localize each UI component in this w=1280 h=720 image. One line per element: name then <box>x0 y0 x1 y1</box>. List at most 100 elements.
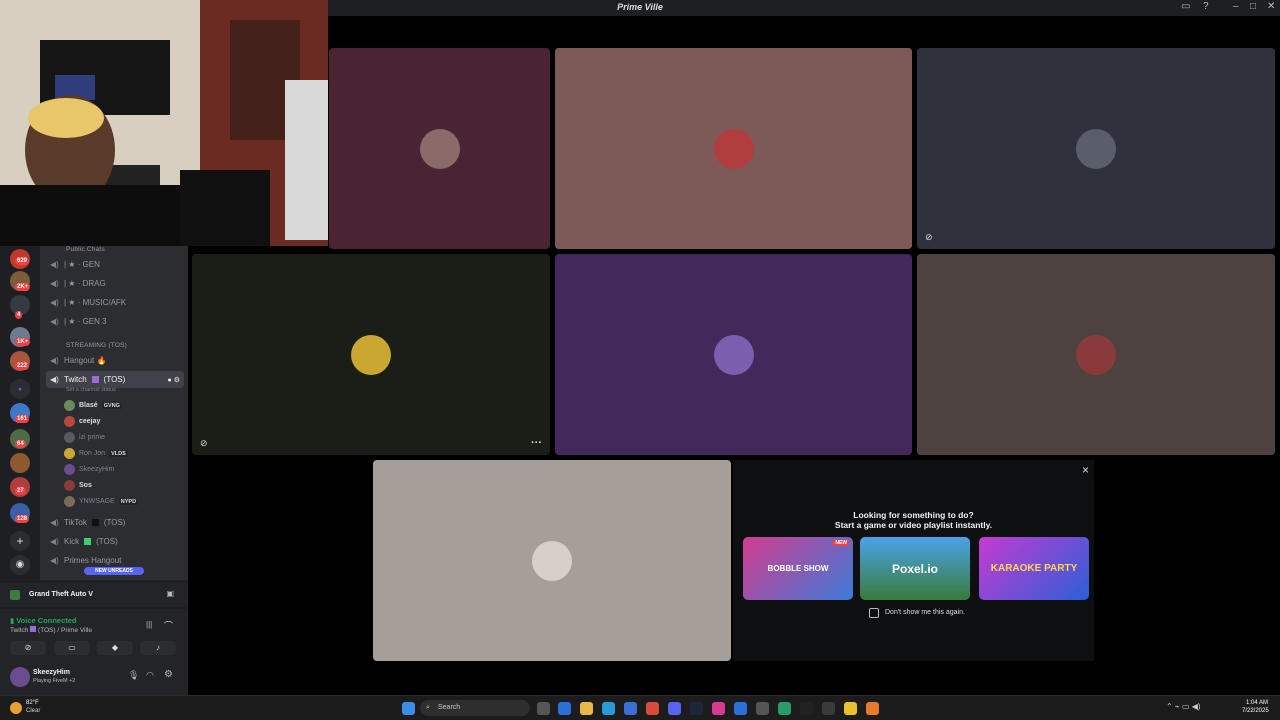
video-tile-speaking[interactable] <box>917 254 1275 455</box>
muted-icon: ⊘ <box>200 438 208 448</box>
app-icon[interactable] <box>624 702 637 715</box>
task-view-icon[interactable] <box>537 702 550 715</box>
avatar <box>64 464 75 475</box>
server-badge: 128 <box>15 515 30 523</box>
dont-show-checkbox[interactable] <box>869 608 879 618</box>
file-explorer-icon[interactable] <box>580 702 593 715</box>
voice-channel-link[interactable]: Twitch (TOS) / Prime Ville <box>10 626 92 634</box>
close-window-button[interactable]: ✕ <box>1267 1 1275 12</box>
avatar <box>64 400 75 411</box>
avatar <box>64 496 75 507</box>
more-options-icon[interactable]: ··· <box>531 437 542 449</box>
voice-channel-tiktok[interactable]: ◀) TikTok (TOS) <box>46 514 184 531</box>
voice-member[interactable]: Blasé GVNG <box>64 398 122 413</box>
voice-status[interactable]: ▮ Voice Connected <box>10 616 77 625</box>
chatgpt-icon[interactable] <box>756 702 769 715</box>
voice-channel-hangout[interactable]: ◀) Hangout 🔥 <box>46 352 184 369</box>
video-tile-speaking[interactable] <box>555 48 912 249</box>
clock-date[interactable]: 7/22/2025 <box>1242 708 1269 714</box>
search-label: Search <box>438 704 461 711</box>
speaker-icon: ◀) <box>50 556 59 565</box>
avatar[interactable] <box>10 667 30 687</box>
tiktok-icon[interactable] <box>800 702 813 715</box>
voice-channel-suffix: (TOS) / Prime Ville <box>38 627 92 634</box>
edge-icon[interactable] <box>602 702 615 715</box>
video-tile[interactable] <box>373 460 731 661</box>
activity-card-title: Poxel.io <box>891 561 938 576</box>
server-icon[interactable] <box>10 453 30 473</box>
voice-status-text: Voice Connected <box>16 616 77 625</box>
clock-time[interactable]: 1:04 AM <box>1246 700 1268 706</box>
participant-avatar <box>351 334 391 375</box>
screen-share-button[interactable]: ▭ <box>54 641 90 655</box>
camera-off-button[interactable]: ⊘ <box>10 641 46 655</box>
discord-icon[interactable] <box>668 702 681 715</box>
game-action-icon[interactable]: ▣ <box>166 589 174 598</box>
channel-name: Kick <box>64 537 80 546</box>
channel-actions-icon[interactable]: ● ⚙ <box>168 376 180 384</box>
close-icon[interactable]: × <box>1082 463 1089 477</box>
instagram-icon[interactable] <box>712 702 725 715</box>
activities-button[interactable]: ◆ <box>97 641 133 655</box>
activity-card[interactable]: KARAOKE PARTY <box>979 537 1089 600</box>
maximize-button[interactable]: □ <box>1250 1 1256 12</box>
disconnect-icon[interactable]: ⌒ <box>164 619 173 632</box>
windows-start-icon[interactable] <box>402 702 415 715</box>
voice-member[interactable]: YNWSAGE NYPD <box>64 494 139 509</box>
voice-channel[interactable]: ◀) | ★ · GEN 3 <box>46 313 184 330</box>
tray-icons[interactable]: ⌃ ⌁ ▭ ◀) <box>1166 702 1201 711</box>
voice-channel[interactable]: ◀) | ★ · GEN <box>46 256 184 273</box>
voice-member[interactable]: Sos <box>64 478 92 493</box>
minimize-button[interactable]: – <box>1233 1 1239 12</box>
member-name: Sos <box>79 482 92 489</box>
twitch-color-square <box>91 376 99 383</box>
app-icon[interactable] <box>558 702 571 715</box>
voice-channel-name: Twitch <box>10 627 29 634</box>
microphone-icon[interactable]: 🎙︎ <box>128 670 139 681</box>
category-public-chats[interactable]: Public Chats <box>66 246 105 253</box>
app-icon[interactable] <box>734 702 747 715</box>
soundboard-button[interactable]: ♪ <box>140 641 176 655</box>
voice-member[interactable]: SkeezyHim <box>64 462 114 477</box>
voice-channel-kick[interactable]: ◀) Kick (TOS) <box>46 533 184 550</box>
weather-temp: 82°F <box>26 700 39 706</box>
channel-status[interactable]: Set a channel status <box>66 387 116 393</box>
video-tile[interactable] <box>329 48 550 249</box>
chrome-icon[interactable] <box>646 702 659 715</box>
voice-channel-twitch[interactable]: ◀) Twitch (TOS) ● ⚙ <box>46 371 184 388</box>
twitch-color-square <box>30 626 37 632</box>
video-tile[interactable]: ⊘ ··· <box>192 254 550 455</box>
member-name: SkeezyHim <box>79 466 115 473</box>
speaker-icon: ◀) <box>50 279 59 288</box>
inbox-icon[interactable]: ▭ <box>1181 1 1190 12</box>
terminal-icon[interactable] <box>822 702 835 715</box>
discover-icon[interactable]: ◉ <box>10 555 30 575</box>
sticky-notes-icon[interactable] <box>844 702 857 715</box>
settings-gear-icon[interactable]: ⚙ <box>164 669 173 680</box>
headphones-icon[interactable]: ◠ <box>146 670 154 681</box>
video-tile[interactable] <box>555 254 912 455</box>
help-icon[interactable]: ? <box>1203 1 1209 12</box>
voice-member[interactable]: izi prime <box>64 430 105 445</box>
folder-icon[interactable]: ▪ <box>10 379 30 399</box>
voice-member[interactable]: Ron Jon VLDS <box>64 446 128 461</box>
voice-member[interactable]: ceejay <box>64 414 100 429</box>
add-server-icon[interactable]: + <box>10 531 30 551</box>
activity-card[interactable]: NEW BOBBLE SHOW <box>743 537 853 600</box>
category-streaming[interactable]: STREAMING (TOS) <box>66 342 127 349</box>
activity-card[interactable]: Poxel.io <box>860 537 970 600</box>
new-unreads-pill[interactable]: NEW UNREADS <box>84 567 144 575</box>
video-tile[interactable]: ⊘ <box>917 48 1275 249</box>
steam-icon[interactable] <box>690 702 703 715</box>
taskbar-search[interactable]: ⌕ Search <box>420 700 530 716</box>
channel-name: | ★ · MUSIC/AFK <box>64 298 127 307</box>
noise-suppression-icon[interactable]: ||| <box>146 620 152 629</box>
app-icon[interactable] <box>866 702 879 715</box>
channel-name: | ★ · GEN <box>64 260 100 269</box>
app-icon[interactable] <box>778 702 791 715</box>
voice-channel[interactable]: ◀) | ★ · DRAG <box>46 275 184 292</box>
voice-channel[interactable]: ◀) | ★ · MUSIC/AFK <box>46 294 184 311</box>
activities-subheading: Start a game or video playlist instantly… <box>834 520 993 530</box>
weather-icon[interactable] <box>10 702 22 714</box>
search-icon: ⌕ <box>426 704 430 711</box>
